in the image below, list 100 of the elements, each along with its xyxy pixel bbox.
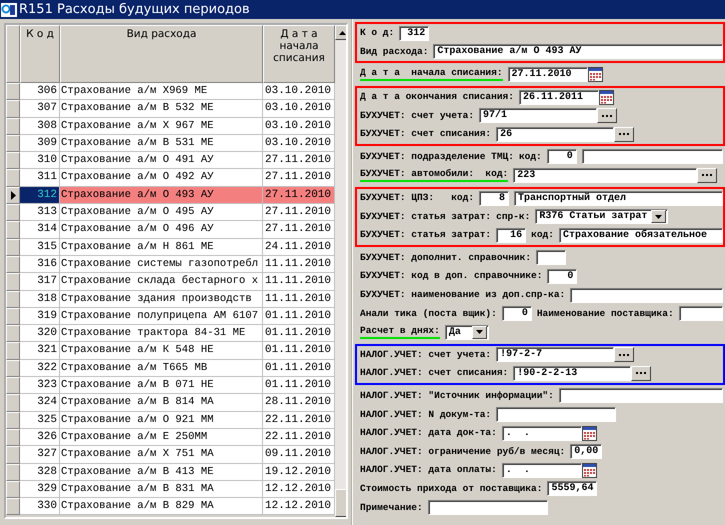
input-field[interactable]: 16 (496, 228, 526, 243)
table-cell: Страхование а/м О 492 АУ (60, 169, 263, 187)
input-field[interactable]: 0 (502, 306, 532, 322)
table-cell: Страхование а/м В 071 НЕ (60, 377, 263, 394)
input-field[interactable]: 0,00 (570, 444, 602, 460)
dropdown-button[interactable] (472, 326, 487, 339)
scrollbar-thumb[interactable] (335, 489, 346, 517)
input-field[interactable] (582, 149, 723, 164)
input-field[interactable] (558, 388, 723, 404)
input-field[interactable] (496, 407, 616, 422)
table-cell: 325 (20, 412, 60, 429)
input-field[interactable]: !90-2-2-13 (513, 366, 632, 381)
input-field[interactable] (678, 306, 723, 322)
table-cell: Страхование а/м Н 861 МЕ (60, 238, 263, 256)
field-label: БУХУЧЕТ: код в доп. справочнике: (360, 270, 542, 282)
table-cell: 01.11.2010 (263, 377, 335, 394)
input-field[interactable] (536, 250, 566, 266)
table-cell: Страхование а/м Е 250ММ (60, 428, 263, 446)
field-label: К о д: (360, 27, 394, 40)
calendar-button[interactable] (582, 426, 597, 441)
field-label: БУХУЧЕТ: дополнит. справочник: (360, 252, 532, 264)
field-label: НАЛОГ.УЧЕТ: ограничение руб/в месяц: (360, 446, 566, 458)
column-header[interactable]: Д а т а начала списания (263, 25, 335, 83)
table-cell: Страхование а/м Х969 МЕ (60, 83, 263, 100)
field-label: Примечание: (360, 502, 423, 514)
input-field[interactable]: 0 (547, 268, 578, 284)
field-label: Д а т а окончания списания: (360, 91, 514, 104)
table-cell: 313 (20, 204, 60, 222)
table-cell: 11.11.2010 (263, 273, 335, 291)
table-cell: 306 (20, 83, 60, 100)
field-label: Наименование поставщика: (536, 308, 674, 320)
scrollbar[interactable] (335, 25, 346, 517)
lookup-button[interactable] (614, 347, 634, 362)
table-cell: 19.12.2010 (263, 464, 335, 481)
row-selector[interactable] (6, 186, 20, 204)
input-field[interactable]: 5559,64 (547, 481, 598, 496)
date-field[interactable]: 27.11.2010 (508, 66, 588, 82)
input-field[interactable]: 0 (546, 149, 577, 164)
ellipsis-icon (702, 174, 712, 176)
input-field[interactable]: 223 (513, 168, 697, 183)
field-label: БУХУЧЕТ: наименование из доп.спр-ка: (360, 289, 566, 302)
date-field[interactable]: . . (502, 426, 582, 441)
table-cell: Страхование а/м В 831 МА (60, 480, 263, 498)
table-cell: 09.11.2010 (263, 446, 335, 464)
input-field[interactable]: Страхование обязательное (558, 228, 723, 243)
input-field[interactable]: Транспортный отдел (514, 190, 723, 206)
scroll-up-button[interactable] (335, 25, 346, 40)
field-label: БУХУЧЕТ: статья затрат: (360, 210, 492, 223)
lookup-button[interactable] (697, 168, 717, 183)
table-cell: 03.10.2010 (263, 83, 335, 100)
table-cell: 315 (20, 238, 60, 256)
input-field[interactable]: 26 (496, 126, 614, 142)
calendar-button[interactable] (588, 66, 603, 82)
lookup-button[interactable] (614, 126, 634, 142)
table-cell: Страхование системы газопотребл (60, 256, 263, 274)
table-cell: 27.11.2010 (263, 152, 335, 170)
field-label: НАЛОГ.УЧЕТ: N докум-та: (360, 408, 492, 421)
ellipsis-icon (636, 372, 646, 374)
table-cell: Страхование а/м О 493 АУ (60, 186, 263, 204)
date-field[interactable]: 26.11.2011 (518, 90, 599, 105)
input-field[interactable]: !97-2-7 (496, 347, 614, 362)
field-label: спр-к: (496, 210, 530, 223)
table-cell: Страхование а/м О 921 ММ (60, 412, 263, 429)
column-header[interactable]: К о д (20, 25, 60, 83)
table-cell: 22.11.2010 (263, 428, 335, 446)
table-cell: Страхование а/м В 531 МЕ (60, 134, 263, 152)
input-field[interactable]: 97/1 (479, 108, 598, 124)
input-field[interactable] (428, 500, 548, 516)
dropdown-button[interactable] (651, 210, 666, 224)
lookup-button[interactable] (631, 366, 652, 381)
input-field[interactable]: Страхование а/м О 493 АУ (433, 44, 723, 60)
table-cell: 322 (20, 360, 60, 378)
table-cell: Страхование а/м В 413 МЕ (60, 464, 263, 481)
calendar-button[interactable] (582, 462, 597, 478)
input-field[interactable] (570, 288, 723, 303)
table-cell: Страхование а/м В 532 МЕ (60, 100, 263, 118)
table-cell: 323 (20, 377, 60, 394)
table-cell: Страхование а/м О 496 АУ (60, 221, 263, 239)
dropdown[interactable]: R376 Статьи затрат (535, 209, 668, 224)
column-header[interactable]: Вид расхода (60, 25, 263, 83)
table-cell: Страхование а/м К 548 НЕ (60, 342, 263, 360)
dropdown[interactable]: Да (444, 324, 489, 340)
field-label: НАЛОГ.УЧЕТ: "Источник информации": (360, 390, 554, 402)
field-label: Анали тика (поста вщик): (360, 308, 497, 320)
table-cell: 11.11.2010 (263, 290, 335, 308)
table-cell: Страхование склада бестарного х (60, 273, 263, 291)
field-label: НАЛОГ.УЧЕТ: дата док-та: (360, 427, 497, 440)
field-label: БУХУЧЕТ: счет списания: (360, 128, 492, 140)
input-field[interactable]: 312 (399, 26, 430, 41)
date-field[interactable]: . . (502, 462, 582, 478)
table-cell: 01.11.2010 (263, 360, 335, 378)
input-field[interactable]: 8 (479, 190, 510, 206)
table-cell: 12.12.2010 (263, 498, 335, 516)
field-label: БУХУЧЕТ: автомобили: код: (360, 168, 508, 182)
calendar-button[interactable] (598, 90, 614, 105)
lookup-button[interactable] (597, 108, 618, 124)
table-cell: Страхование а/м О 491 АУ (60, 152, 263, 170)
field-label: БУХУЧЕТ: ЦПЗ: код: (360, 192, 474, 204)
table-cell: 01.11.2010 (263, 308, 335, 326)
table-cell: 03.10.2010 (263, 134, 335, 152)
